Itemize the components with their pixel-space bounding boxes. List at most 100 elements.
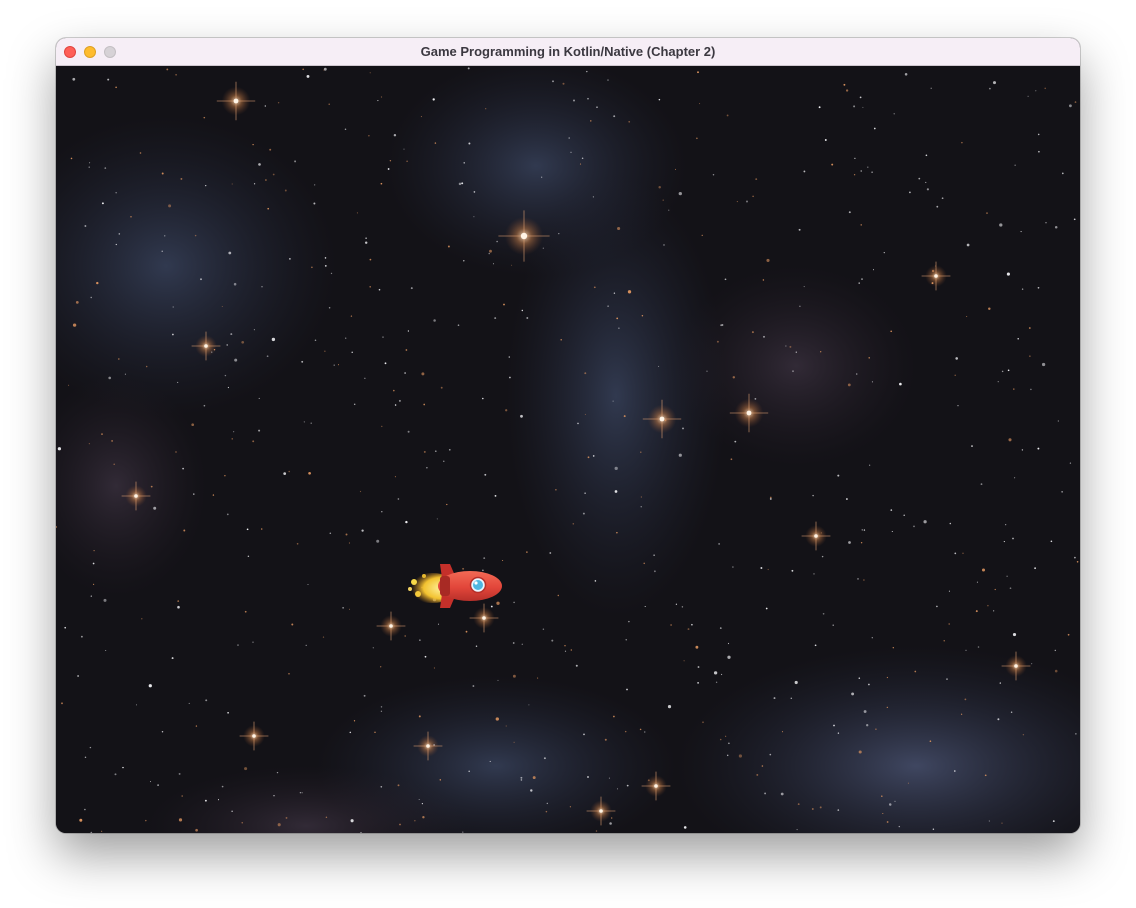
star xyxy=(670,624,672,626)
star xyxy=(376,539,380,543)
star xyxy=(999,682,1001,684)
star xyxy=(1010,711,1013,713)
star xyxy=(364,241,368,244)
star xyxy=(406,160,408,163)
star xyxy=(314,339,317,341)
star xyxy=(148,684,152,688)
star xyxy=(769,496,772,499)
star xyxy=(992,81,997,85)
star xyxy=(675,603,678,605)
star xyxy=(863,529,866,531)
star xyxy=(848,541,851,544)
star xyxy=(761,765,764,767)
star xyxy=(628,620,630,623)
star xyxy=(858,750,862,754)
star xyxy=(178,818,183,822)
star xyxy=(564,645,566,647)
star xyxy=(482,569,484,572)
star xyxy=(781,731,784,733)
star xyxy=(697,682,699,684)
star xyxy=(560,339,562,341)
star xyxy=(322,636,325,638)
star xyxy=(177,600,180,602)
star xyxy=(188,702,190,704)
star xyxy=(949,522,952,525)
star xyxy=(84,756,87,759)
star xyxy=(678,191,682,196)
star xyxy=(964,698,967,701)
star xyxy=(769,753,772,756)
star xyxy=(644,605,646,608)
star xyxy=(1001,370,1004,373)
star xyxy=(845,498,848,500)
star xyxy=(482,397,484,400)
star xyxy=(537,677,539,679)
star xyxy=(1030,388,1032,391)
star xyxy=(1012,537,1014,540)
star xyxy=(89,162,91,164)
star xyxy=(289,258,291,260)
star xyxy=(433,744,435,746)
star xyxy=(164,235,166,237)
star xyxy=(521,643,523,645)
star xyxy=(393,133,397,137)
star xyxy=(954,374,956,377)
star xyxy=(595,830,598,832)
star xyxy=(353,403,356,406)
star xyxy=(301,360,304,363)
star xyxy=(88,443,90,445)
star xyxy=(1007,369,1010,372)
star xyxy=(193,493,195,495)
star xyxy=(794,680,798,685)
star xyxy=(811,808,814,810)
star xyxy=(913,525,915,528)
star xyxy=(1069,462,1072,464)
star xyxy=(241,340,245,344)
star xyxy=(903,514,905,517)
star xyxy=(663,244,665,246)
star xyxy=(746,200,748,203)
star xyxy=(436,518,438,520)
star xyxy=(863,579,865,581)
star xyxy=(484,473,487,476)
star xyxy=(122,766,124,769)
star xyxy=(736,201,738,203)
star xyxy=(893,113,895,115)
star xyxy=(860,224,862,226)
star xyxy=(272,173,275,176)
star xyxy=(241,822,243,824)
title-bar[interactable]: Game Programming in Kotlin/Native (Chapt… xyxy=(56,38,1080,66)
star xyxy=(754,397,757,400)
star xyxy=(79,818,83,822)
star xyxy=(1028,327,1031,329)
star xyxy=(716,340,719,343)
star xyxy=(594,580,597,582)
star xyxy=(819,806,822,809)
star xyxy=(457,324,460,327)
star xyxy=(623,415,626,418)
game-canvas[interactable] xyxy=(56,66,1080,833)
star xyxy=(989,87,991,90)
star xyxy=(224,475,226,477)
star xyxy=(328,306,331,309)
star xyxy=(418,715,421,718)
star xyxy=(831,163,834,166)
star xyxy=(465,630,468,633)
star xyxy=(226,344,228,346)
star xyxy=(296,542,299,545)
star xyxy=(145,819,147,822)
star xyxy=(1074,101,1077,103)
star xyxy=(161,172,164,175)
star xyxy=(288,673,290,675)
star xyxy=(813,573,815,575)
star xyxy=(277,101,280,104)
star xyxy=(520,414,523,418)
star xyxy=(277,823,281,827)
star xyxy=(1037,133,1040,136)
star xyxy=(244,767,248,771)
star xyxy=(1061,172,1064,175)
star xyxy=(647,779,650,782)
star xyxy=(859,96,862,99)
star xyxy=(613,292,616,294)
star xyxy=(699,103,701,105)
